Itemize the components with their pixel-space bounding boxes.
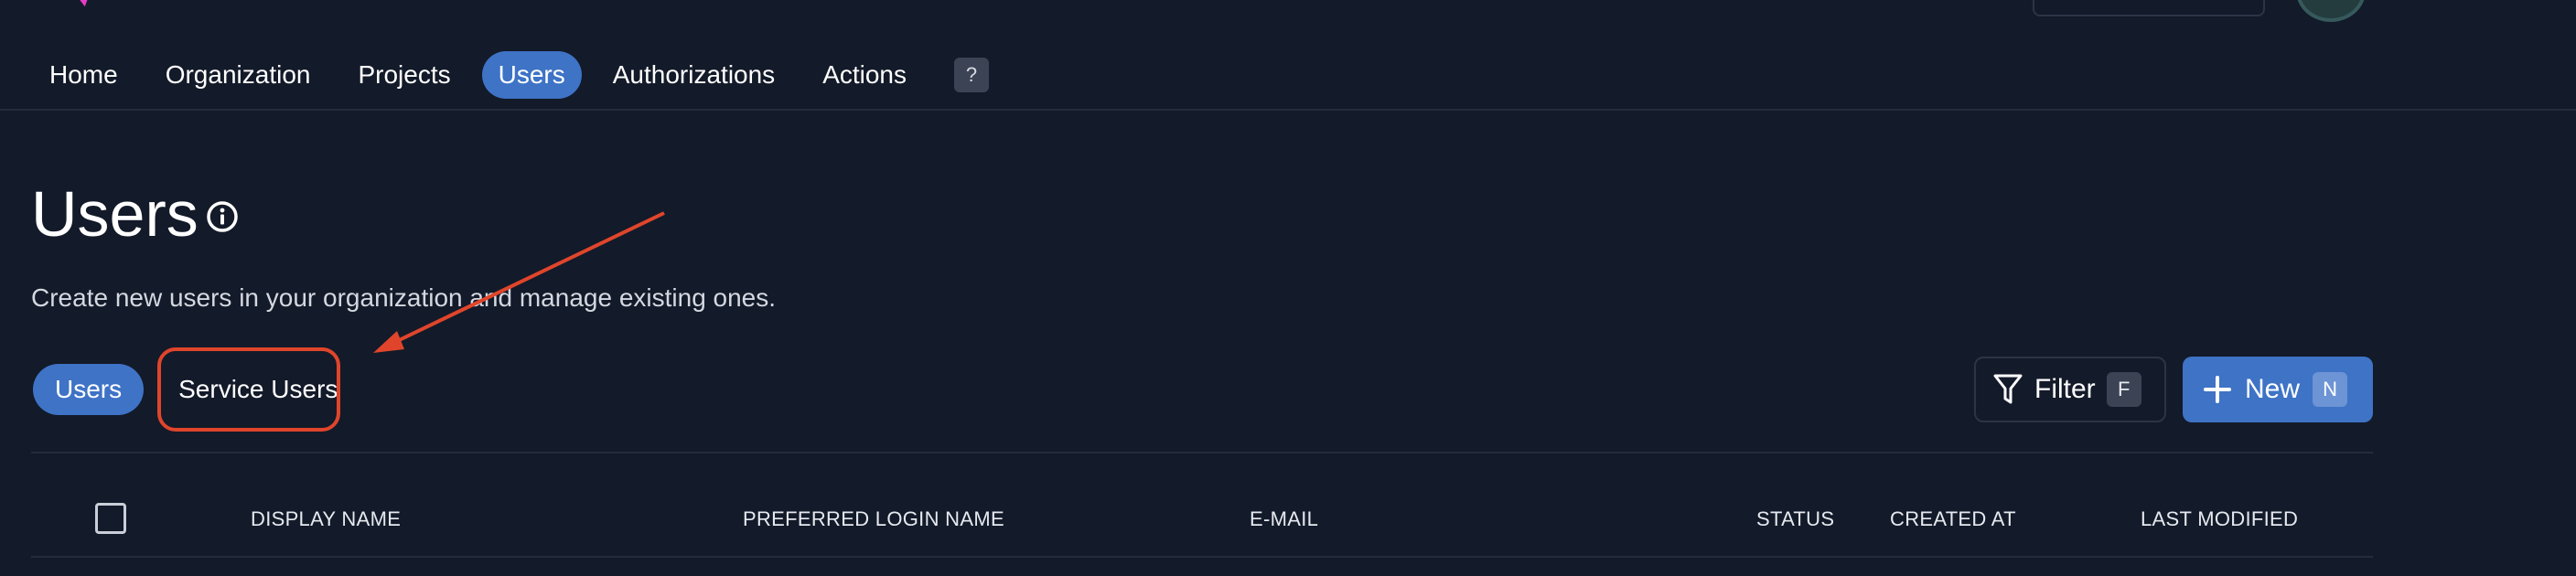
nav-item-organization[interactable]: Organization [149,51,327,99]
page-title: Users [31,178,199,250]
filter-shortcut-badge: F [2106,372,2141,407]
nav-divider [0,109,2576,111]
column-header-status[interactable]: STATUS [1756,507,1834,532]
page-description: Create new users in your organization an… [31,283,777,312]
table-top-divider [31,452,2373,453]
new-user-button[interactable]: New N [2183,357,2373,422]
nav-item-actions[interactable]: Actions [806,51,923,99]
nav-item-users[interactable]: Users [481,51,582,99]
column-header-last-modified[interactable]: LAST MODIFIED [2141,507,2298,532]
info-icon[interactable] [205,199,240,234]
org-switcher[interactable] [2033,0,2265,16]
tab-users[interactable]: Users [33,364,145,415]
select-all-checkbox[interactable] [95,503,126,534]
help-button[interactable]: ? [954,58,990,92]
avatar[interactable] [2296,0,2366,22]
column-header-email[interactable]: E-MAIL [1250,507,1318,532]
column-header-created-at[interactable]: CREATED AT [1890,507,2016,532]
nav-item-home[interactable]: Home [33,51,134,99]
table-header-divider [31,556,2373,558]
column-header-display-name[interactable]: DISPLAY NAME [251,507,401,532]
plus-icon [2204,376,2231,403]
new-button-label: New [2245,374,2301,404]
filter-icon [1993,374,2023,404]
user-type-tabs: Users Service Users [33,364,360,415]
filter-button-label: Filter [2034,374,2096,404]
nav-item-authorizations[interactable]: Authorizations [596,51,791,99]
column-header-preferred-login-name[interactable]: PREFERRED LOGIN NAME [743,507,1004,532]
logo-icon[interactable] [27,0,128,18]
filter-button[interactable]: Filter F [1974,357,2166,422]
main-nav: Home Organization Projects Users Authori… [33,51,990,99]
tab-service-users[interactable]: Service Users [156,364,360,415]
nav-item-projects[interactable]: Projects [341,51,467,99]
new-shortcut-badge: N [2313,372,2348,407]
